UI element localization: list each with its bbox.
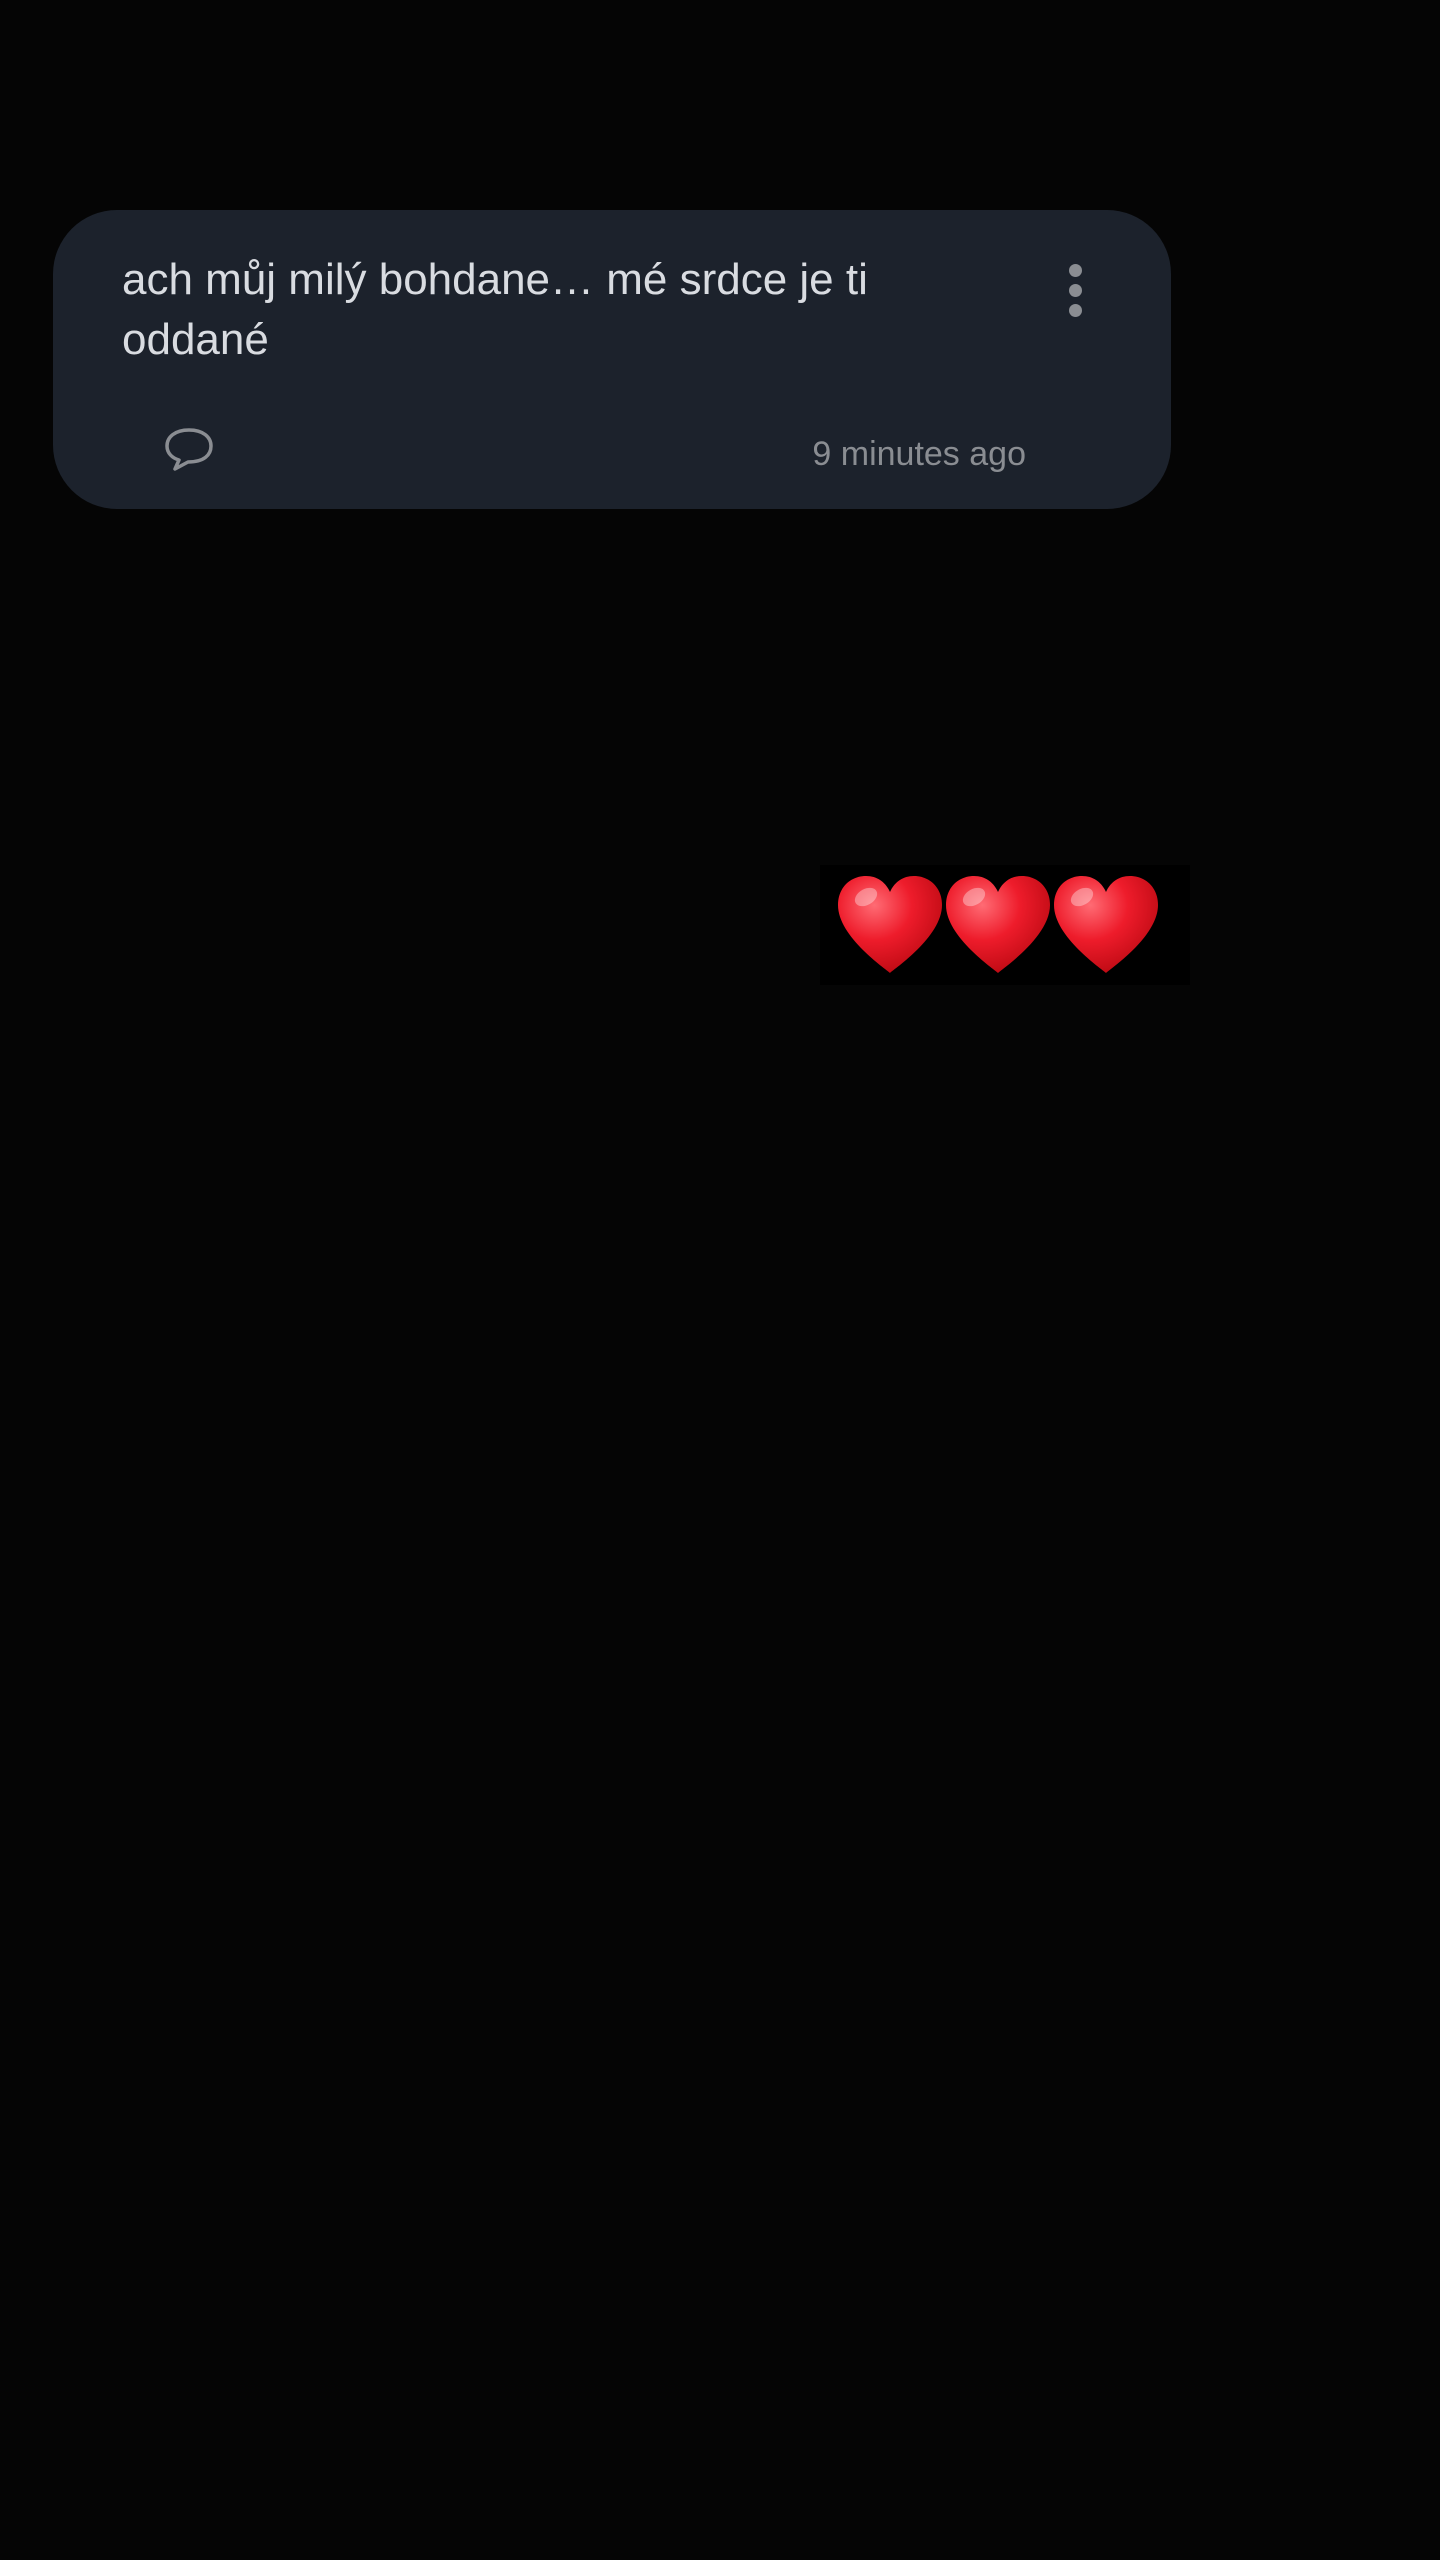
more-vertical-icon-dot: [1068, 283, 1082, 297]
timestamp: 9 minutes ago: [812, 435, 1026, 473]
heart-emoji-icon: [946, 876, 1050, 973]
heart-emoji-icon: [1054, 876, 1158, 973]
more-vertical-icon: [1068, 263, 1082, 277]
more-options-button[interactable]: [1049, 254, 1101, 326]
note-card[interactable]: ach můj milý bohdane… mé srdce je ti odd…: [53, 210, 1171, 509]
more-vertical-icon-dot: [1068, 303, 1082, 317]
heart-emoji-icon: [838, 876, 942, 973]
heart-emoji-group: [820, 865, 1190, 985]
note-text: ach můj milý bohdane… mé srdce je ti odd…: [122, 255, 881, 364]
comment-button[interactable]: [159, 424, 219, 474]
comment-bubble-icon: [165, 428, 213, 471]
